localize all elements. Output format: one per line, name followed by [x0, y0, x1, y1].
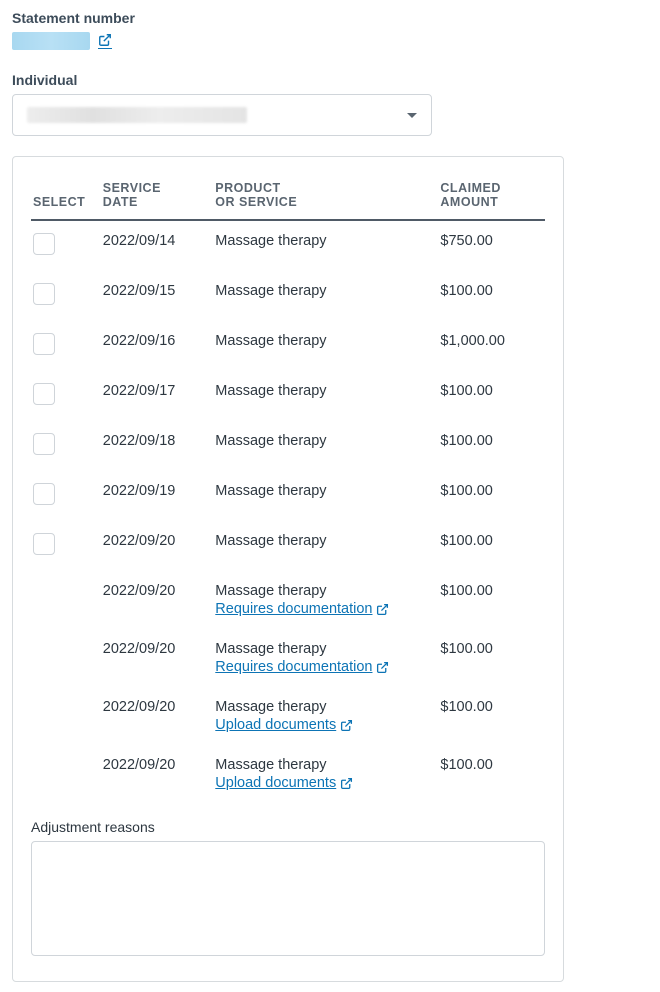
product-name: Massage therapy: [215, 583, 424, 599]
table-row: 2022/09/20 Massage therapy Requires docume…: [31, 629, 545, 687]
product-name: Massage therapy: [215, 283, 424, 299]
external-link-icon: [376, 661, 389, 674]
claimed-amount: $100.00: [432, 421, 545, 471]
row-checkbox[interactable]: [33, 333, 55, 355]
claimed-amount: $100.00: [432, 745, 545, 803]
adjustment-reasons-textarea[interactable]: [31, 841, 545, 956]
statement-label: Statement number: [12, 10, 648, 26]
service-date: 2022/09/20: [95, 521, 208, 571]
statement-external-link[interactable]: [98, 33, 112, 49]
individual-label: Individual: [12, 72, 648, 88]
col-header-service-date: SERVICE DATE: [95, 175, 208, 220]
service-date: 2022/09/17: [95, 371, 208, 421]
claimed-amount: $750.00: [432, 220, 545, 271]
external-link-icon: [376, 603, 389, 616]
col-header-claimed: CLAIMED AMOUNT: [432, 175, 545, 220]
product-name: Massage therapy: [215, 641, 424, 657]
claimed-amount: $100.00: [432, 571, 545, 629]
service-date: 2022/09/20: [95, 571, 208, 629]
table-row: 2022/09/14 Massage therapy $750.00: [31, 220, 545, 271]
upload-documents-link[interactable]: Upload documents: [215, 775, 353, 791]
individual-selected-redacted: [27, 107, 247, 123]
table-row: 2022/09/18 Massage therapy $100.00: [31, 421, 545, 471]
statement-number-section: Statement number: [12, 10, 648, 50]
service-date: 2022/09/16: [95, 321, 208, 371]
external-link-icon: [340, 719, 353, 732]
table-row: 2022/09/20 Massage therapy Requires docume…: [31, 571, 545, 629]
adjustment-label: Adjustment reasons: [31, 819, 545, 835]
col-header-select: SELECT: [31, 175, 95, 220]
service-date: 2022/09/14: [95, 220, 208, 271]
table-row: 2022/09/19 Massage therapy $100.00: [31, 471, 545, 521]
claimed-amount: $100.00: [432, 271, 545, 321]
product-name: Massage therapy: [215, 333, 424, 349]
chevron-down-icon: [407, 113, 417, 118]
claims-table: SELECT SERVICE DATE PRODUCT OR SERVICE C…: [31, 175, 545, 803]
table-row: 2022/09/17 Massage therapy $100.00: [31, 371, 545, 421]
service-date: 2022/09/20: [95, 629, 208, 687]
external-link-icon: [340, 777, 353, 790]
row-checkbox[interactable]: [33, 483, 55, 505]
individual-dropdown[interactable]: [12, 94, 432, 136]
claimed-amount: $100.00: [432, 371, 545, 421]
product-name: Massage therapy: [215, 233, 424, 249]
table-row: 2022/09/20 Massage therapy Upload document…: [31, 687, 545, 745]
product-name: Massage therapy: [215, 433, 424, 449]
claimed-amount: $1,000.00: [432, 321, 545, 371]
table-row: 2022/09/20 Massage therapy Upload document…: [31, 745, 545, 803]
row-checkbox[interactable]: [33, 433, 55, 455]
table-row: 2022/09/20 Massage therapy $100.00: [31, 521, 545, 571]
requires-documentation-link[interactable]: Requires documentation: [215, 601, 389, 617]
product-name: Massage therapy: [215, 757, 424, 773]
claims-card: SELECT SERVICE DATE PRODUCT OR SERVICE C…: [12, 156, 564, 982]
table-row: 2022/09/15 Massage therapy $100.00: [31, 271, 545, 321]
product-name: Massage therapy: [215, 533, 424, 549]
product-name: Massage therapy: [215, 699, 424, 715]
service-date: 2022/09/19: [95, 471, 208, 521]
product-name: Massage therapy: [215, 483, 424, 499]
col-header-product: PRODUCT OR SERVICE: [207, 175, 432, 220]
claimed-amount: $100.00: [432, 471, 545, 521]
requires-documentation-link[interactable]: Requires documentation: [215, 659, 389, 675]
adjustment-section: Adjustment reasons: [31, 819, 545, 961]
row-checkbox[interactable]: [33, 283, 55, 305]
table-row: 2022/09/16 Massage therapy $1,000.00: [31, 321, 545, 371]
row-checkbox[interactable]: [33, 533, 55, 555]
service-date: 2022/09/18: [95, 421, 208, 471]
statement-number-redacted: [12, 32, 90, 50]
upload-documents-link[interactable]: Upload documents: [215, 717, 353, 733]
claimed-amount: $100.00: [432, 521, 545, 571]
service-date: 2022/09/20: [95, 745, 208, 803]
service-date: 2022/09/20: [95, 687, 208, 745]
row-checkbox[interactable]: [33, 233, 55, 255]
row-checkbox[interactable]: [33, 383, 55, 405]
individual-section: Individual: [12, 72, 648, 136]
service-date: 2022/09/15: [95, 271, 208, 321]
product-name: Massage therapy: [215, 383, 424, 399]
claimed-amount: $100.00: [432, 687, 545, 745]
claimed-amount: $100.00: [432, 629, 545, 687]
